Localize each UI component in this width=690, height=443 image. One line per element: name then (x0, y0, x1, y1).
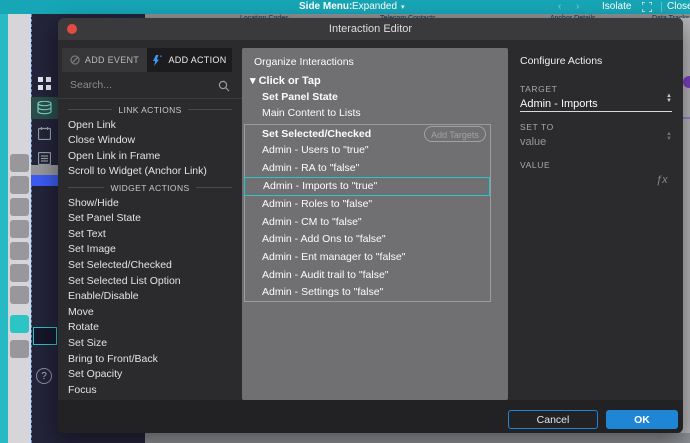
panel-thumb[interactable] (10, 242, 29, 260)
stepper-icon[interactable]: ▲▼ (666, 132, 672, 142)
action-item[interactable]: Show/Hide (68, 196, 232, 212)
action-set-selected-checked[interactable]: Set Selected/Checked (262, 128, 371, 140)
help-icon[interactable]: ? (36, 368, 52, 384)
action-item[interactable]: Scroll to Widget (Anchor Link) (68, 164, 232, 180)
toolbar-divider (661, 2, 662, 12)
tab-add-event-label: ADD EVENT (85, 55, 139, 65)
panel-thumb[interactable] (10, 264, 29, 282)
rail-blue-band (31, 175, 58, 186)
select-underline (520, 111, 672, 112)
close-dot-icon[interactable] (67, 24, 77, 34)
interaction-editor-dialog: Interaction Editor ADD EVENT ADD ACTION … (58, 18, 683, 433)
panel-thumb[interactable] (10, 340, 29, 358)
panel-thumb-selected[interactable] (10, 315, 29, 333)
value-label: VALUE (520, 160, 550, 170)
configure-actions-panel: Configure Actions TARGET Admin - Imports… (508, 40, 683, 400)
collapsed-panel-strip (8, 0, 31, 443)
target-row[interactable]: Main Content to Lists (262, 107, 361, 119)
action-item[interactable]: Set Panel State (68, 211, 232, 227)
dialog-titlebar[interactable]: Interaction Editor (58, 18, 683, 40)
event-row[interactable]: ▾ Click or Tap (250, 74, 321, 87)
target-row[interactable]: Admin - Roles to "false" (244, 196, 490, 214)
cancel-button[interactable]: Cancel (508, 410, 598, 429)
tab-add-event[interactable]: ADD EVENT (62, 48, 147, 72)
action-item[interactable]: Set Selected List Option (68, 274, 232, 290)
panel-thumb[interactable] (10, 176, 29, 194)
prev-page-icon[interactable]: ‹ (558, 1, 561, 13)
target-select[interactable]: Admin - Imports ▲▼ (520, 94, 672, 110)
side-menu-label: Side Menu: (299, 1, 352, 13)
screen: ? Audio Titles Location Codes Telecom Co… (0, 0, 690, 443)
target-row[interactable]: Admin - Audit trail to "false" (244, 267, 490, 285)
grid-icon[interactable] (31, 72, 58, 94)
next-page-icon[interactable]: › (576, 1, 579, 13)
search-input[interactable]: Search... (70, 79, 112, 91)
isolate-button[interactable]: Isolate (602, 1, 631, 13)
dialog-footer: Cancel OK (58, 400, 683, 433)
panel-thumb[interactable] (10, 220, 29, 238)
tab-add-action[interactable]: ADD ACTION (147, 48, 232, 72)
action-item[interactable]: Set Image (68, 242, 232, 258)
set-to-label: SET TO (520, 122, 554, 132)
target-row[interactable]: Admin - Add Ons to "false" (244, 231, 490, 249)
fx-formula-icon[interactable]: ƒx (656, 174, 668, 186)
action-item[interactable]: Set Size (68, 336, 232, 352)
target-label: TARGET (520, 84, 557, 94)
add-targets-button[interactable]: Add Targets (424, 126, 486, 142)
action-item[interactable]: Set Selected/Checked (68, 258, 232, 274)
database-stack-icon[interactable] (31, 97, 58, 119)
event-icon (70, 55, 80, 65)
search-row: Search... (62, 76, 232, 96)
player-toolbar: Side Menu: Expanded ▾ ‹ › Isolate Close … (0, 0, 690, 14)
canvas-selection-edge (0, 0, 8, 443)
target-rows: Admin - Users to "true" Admin - RA to "f… (244, 142, 490, 302)
section-header: WIDGET ACTIONS (68, 180, 232, 196)
stepper-icon[interactable]: ▲▼ (666, 94, 672, 104)
chevron-down-icon[interactable]: ▾ (401, 2, 405, 14)
isolate-frame-icon[interactable] (642, 2, 652, 12)
organize-interactions-panel: Organize Interactions ▾ Click or Tap Set… (242, 48, 508, 400)
target-row[interactable]: Admin - RA to "false" (244, 160, 490, 178)
rail-gray-band (31, 165, 58, 175)
tab-add-action-label: ADD ACTION (168, 55, 226, 65)
sidebar-rail: ? (31, 14, 58, 443)
panel-thumb[interactable] (10, 286, 29, 304)
dialog-title: Interaction Editor (58, 18, 683, 40)
target-row-selected[interactable]: Admin - Imports to "true" (244, 177, 490, 196)
action-item[interactable]: Move (68, 305, 232, 321)
action-item[interactable]: Open Link (68, 118, 232, 134)
action-item[interactable]: Set Opacity (68, 367, 232, 383)
close-button[interactable]: Close (667, 1, 690, 13)
target-row[interactable]: Admin - Users to "true" (244, 142, 490, 160)
action-set-panel-state[interactable]: Set Panel State (262, 91, 338, 103)
panel-thumb[interactable] (10, 198, 29, 216)
ok-button[interactable]: OK (606, 410, 678, 429)
action-bolt-icon (152, 55, 163, 66)
target-row[interactable]: Admin - CM to "false" (244, 214, 490, 232)
rail-selected-widget-outline[interactable] (33, 327, 57, 345)
set-to-select[interactable]: value ▲▼ (520, 132, 672, 148)
purple-marker-icon (683, 76, 690, 88)
action-item[interactable]: Set Text (68, 227, 232, 243)
search-icon[interactable] (218, 80, 230, 92)
action-library-list: LINK ACTIONS Open Link Close Window Open… (68, 102, 232, 398)
organize-title: Organize Interactions (254, 56, 354, 68)
action-item[interactable]: Close Window (68, 133, 232, 149)
panel-thumb[interactable] (10, 154, 29, 172)
target-row[interactable]: Admin - Ent manager to "false" (244, 249, 490, 267)
configure-title: Configure Actions (520, 55, 602, 67)
target-row[interactable]: Admin - Settings to "false" (244, 284, 490, 302)
side-menu-value[interactable]: Expanded (352, 1, 397, 13)
left-panel-divider (58, 98, 242, 99)
action-item[interactable]: Rotate (68, 320, 232, 336)
action-item[interactable]: Open Link in Frame (68, 149, 232, 165)
section-header: LINK ACTIONS (68, 102, 232, 118)
action-item[interactable]: Enable/Disable (68, 289, 232, 305)
calendar-icon[interactable] (31, 122, 58, 144)
action-item[interactable]: Bring to Front/Back (68, 352, 232, 368)
disclosure-caret-icon[interactable]: ▾ (250, 75, 256, 87)
action-item[interactable]: Focus (68, 383, 232, 399)
